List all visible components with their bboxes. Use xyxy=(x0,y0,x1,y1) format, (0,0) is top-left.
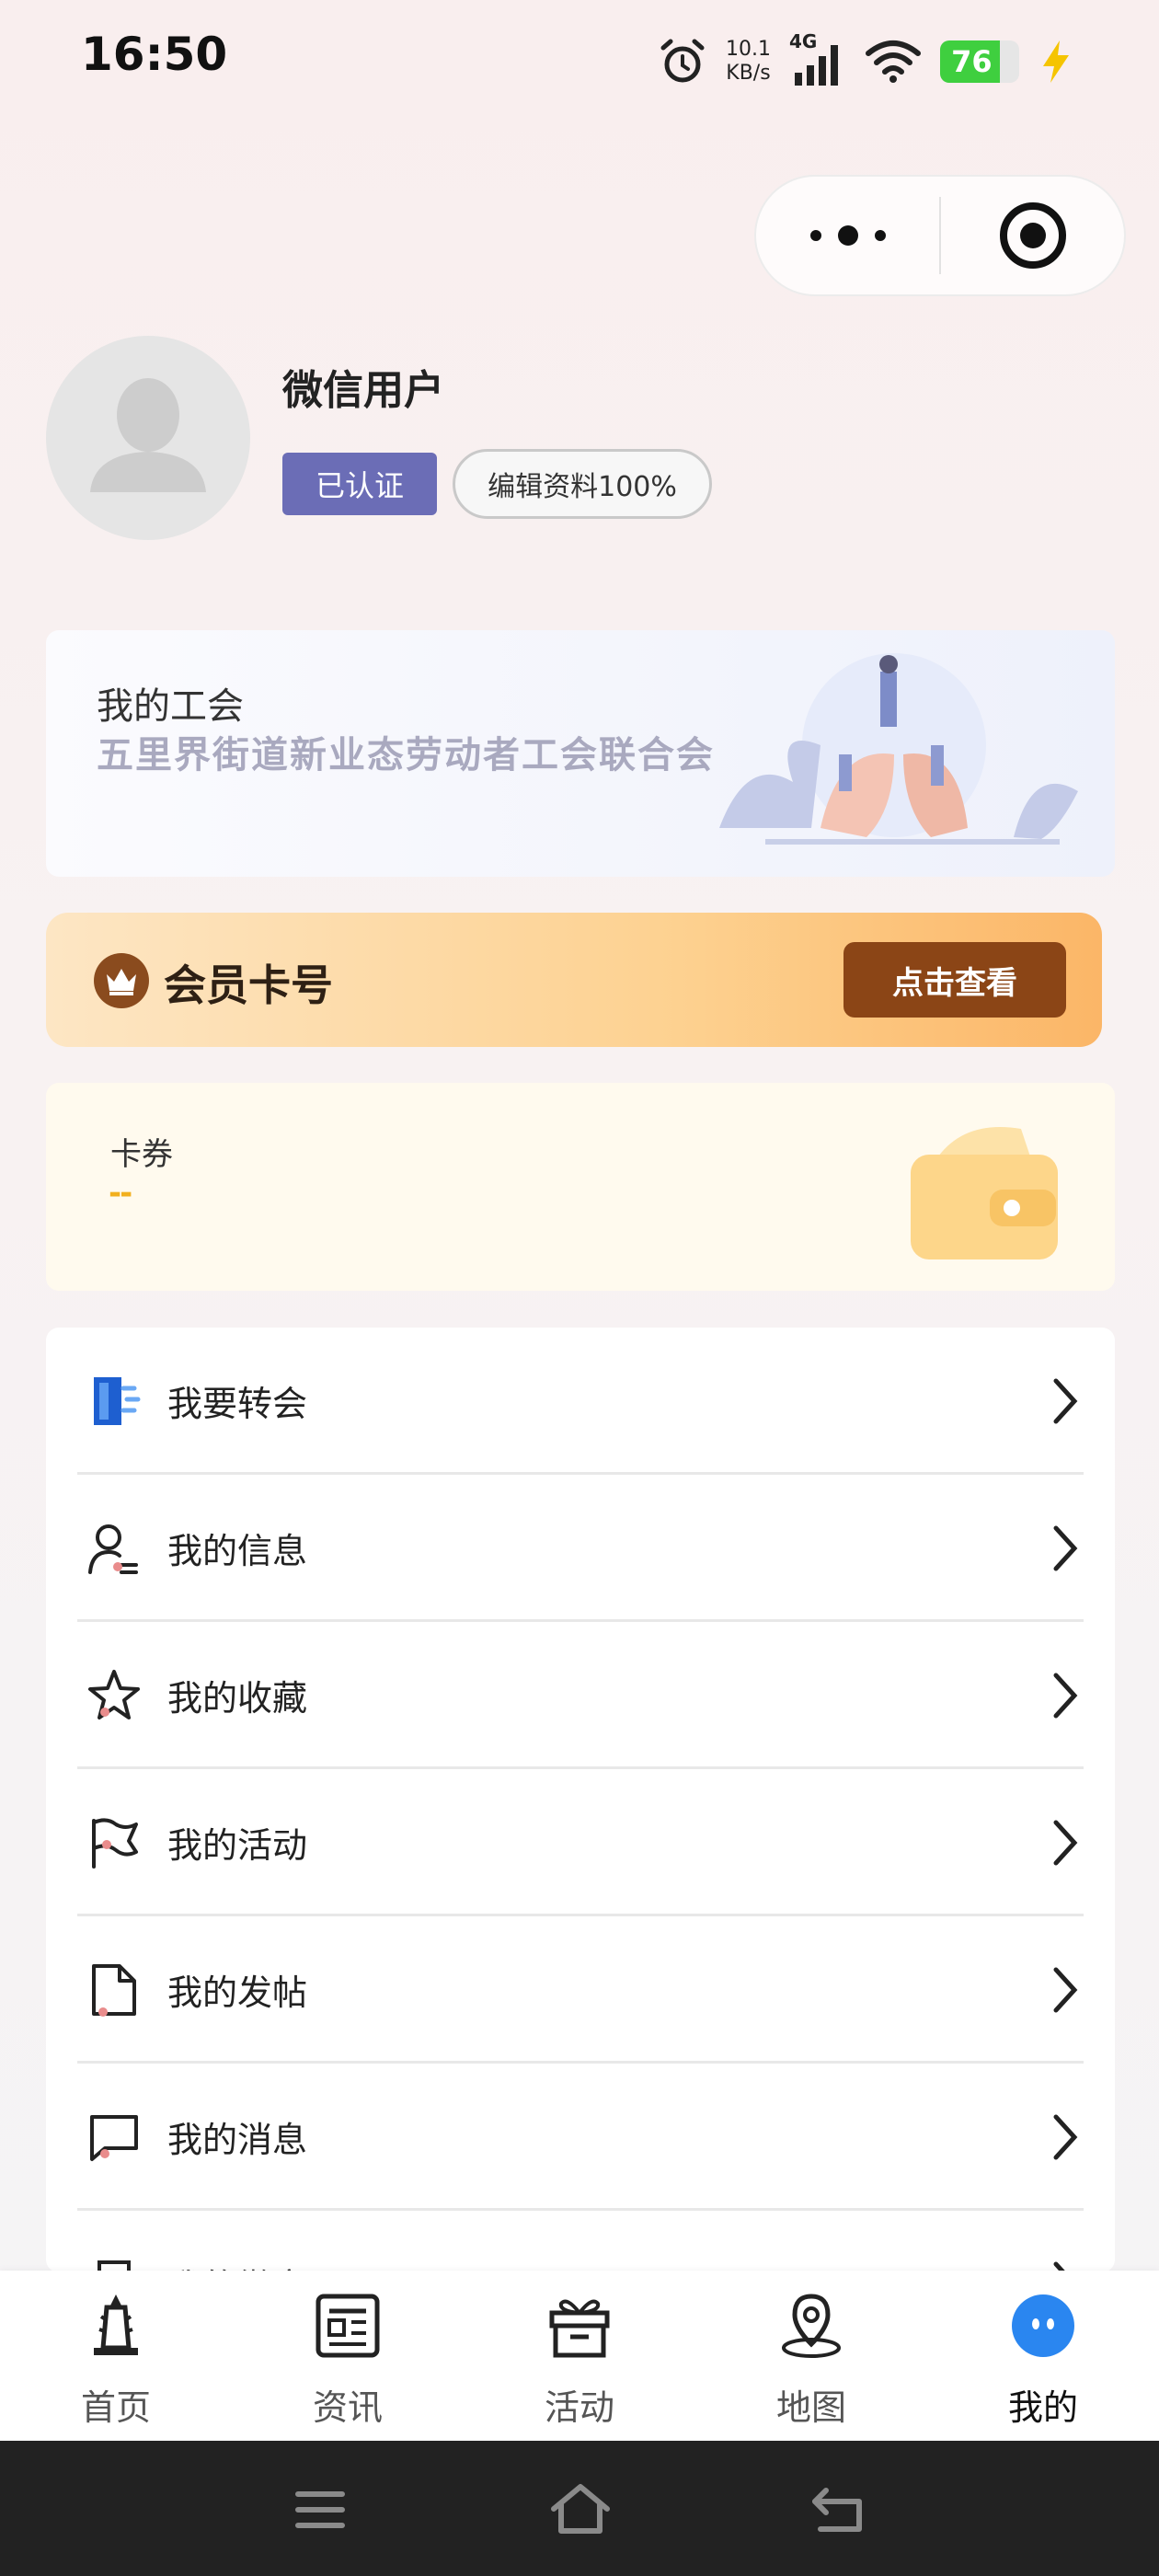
union-title: 我的工会 xyxy=(97,685,244,728)
gift-icon xyxy=(549,2299,610,2358)
more-button[interactable] xyxy=(756,177,939,294)
menu-item-activities[interactable]: 我的活动 xyxy=(46,1769,1115,1916)
tab-home[interactable]: 首页 xyxy=(0,2271,232,2441)
battery-percent: 76 xyxy=(951,44,993,79)
menu-item-messages[interactable]: 我的消息 xyxy=(46,2064,1115,2211)
union-name: 五里界街道新业态劳动者工会联合会 xyxy=(97,734,715,776)
star-icon xyxy=(88,1670,140,1719)
transfer-door-icon xyxy=(94,1377,141,1425)
avatar[interactable] xyxy=(46,336,250,540)
menu-item-posts[interactable]: 我的发帖 xyxy=(46,1916,1115,2064)
menu-item-badges[interactable]: 我的徽章 xyxy=(46,2211,1115,2272)
tab-mine[interactable]: 我的 xyxy=(927,2271,1159,2441)
chevron-right-icon xyxy=(1053,2114,1078,2160)
my-union-card[interactable]: 我的工会 五里界街道新业态劳动者工会联合会 xyxy=(46,630,1115,877)
net-speed-value: 10.1 xyxy=(726,38,771,61)
default-avatar-icon xyxy=(90,378,206,492)
target-close-icon xyxy=(999,202,1066,269)
battery-icon: 76 xyxy=(939,40,1019,83)
message-icon xyxy=(90,2115,138,2161)
flag-icon xyxy=(92,1818,138,1869)
menu-item-transfer[interactable]: 我要转会 xyxy=(46,1328,1115,1475)
tab-label-home: 首页 xyxy=(80,2387,151,2428)
tab-bar: 首页 资讯 活动 地图 我的 xyxy=(0,2271,1159,2441)
crown-icon xyxy=(94,953,149,1008)
map-pin-icon xyxy=(782,2294,841,2358)
menu-item-favorites[interactable]: 我的收藏 xyxy=(46,1622,1115,1769)
tab-activities[interactable]: 活动 xyxy=(464,2271,695,2441)
user-info-icon xyxy=(88,1524,138,1574)
tab-label-activities: 活动 xyxy=(544,2387,614,2428)
menu-label-transfer: 我要转会 xyxy=(167,1384,308,1424)
chevron-right-icon xyxy=(1053,1525,1078,1571)
coupons-title: 卡券 xyxy=(110,1136,173,1173)
view-membership-button[interactable]: 点击查看 xyxy=(843,942,1066,1018)
membership-label: 会员卡号 xyxy=(164,960,333,1010)
status-icons: 10.1 KB/s 4G 76 xyxy=(658,28,1074,96)
status-time: 16:50 xyxy=(81,28,228,81)
close-miniprogram-button[interactable] xyxy=(941,177,1124,294)
net-speed: 10.1 KB/s xyxy=(726,38,771,86)
more-dots-icon xyxy=(809,225,886,246)
news-icon xyxy=(316,2294,380,2358)
membership-card: 会员卡号 点击查看 xyxy=(46,913,1102,1047)
menu-label-my-info: 我的信息 xyxy=(167,1531,308,1571)
back-icon[interactable] xyxy=(808,2483,866,2536)
tab-map[interactable]: 地图 xyxy=(695,2271,927,2441)
home-icon[interactable] xyxy=(548,2481,613,2536)
edit-profile-button[interactable]: 编辑资料100% xyxy=(453,449,712,519)
chevron-right-icon xyxy=(1053,1967,1078,2013)
tower-icon xyxy=(94,2294,138,2355)
tab-label-mine: 我的 xyxy=(1007,2387,1078,2428)
signal-icon: 4G xyxy=(789,30,846,87)
menu-icon[interactable] xyxy=(293,2487,348,2533)
menu-label-activities: 我的活动 xyxy=(167,1825,308,1866)
tab-label-map: 地图 xyxy=(775,2387,846,2428)
coupons-value: -- xyxy=(109,1175,132,1212)
menu-label-messages: 我的消息 xyxy=(167,2120,308,2160)
chevron-right-icon xyxy=(1053,1378,1078,1424)
menu-item-my-info[interactable]: 我的信息 xyxy=(46,1475,1115,1622)
tab-news[interactable]: 资讯 xyxy=(232,2271,464,2441)
system-nav-bar xyxy=(0,2441,1159,2576)
username: 微信用户 xyxy=(282,367,444,414)
verified-badge: 已认证 xyxy=(282,453,437,515)
miniprogram-capsule xyxy=(754,175,1126,296)
tab-label-news: 资讯 xyxy=(312,2387,383,2428)
menu-label-posts: 我的发帖 xyxy=(167,1972,308,2013)
document-icon xyxy=(92,1964,136,2017)
menu-label-favorites: 我的收藏 xyxy=(167,1678,308,1719)
charging-icon xyxy=(1042,40,1069,83)
coupons-card[interactable]: 卡券 -- xyxy=(46,1083,1115,1291)
net-speed-unit: KB/s xyxy=(726,62,771,85)
chevron-right-icon xyxy=(1053,1673,1078,1719)
menu-list: 我要转会 我的信息 我的收藏 我的活动 我的发帖 我的消息 xyxy=(46,1328,1115,2272)
alarm-icon xyxy=(660,39,705,83)
profile-face-icon xyxy=(1012,2294,1074,2357)
chevron-right-icon xyxy=(1053,1820,1078,1866)
union-hands-illustration xyxy=(719,653,1078,845)
wifi-icon xyxy=(865,40,921,83)
wallet-icon xyxy=(911,1127,1058,1259)
